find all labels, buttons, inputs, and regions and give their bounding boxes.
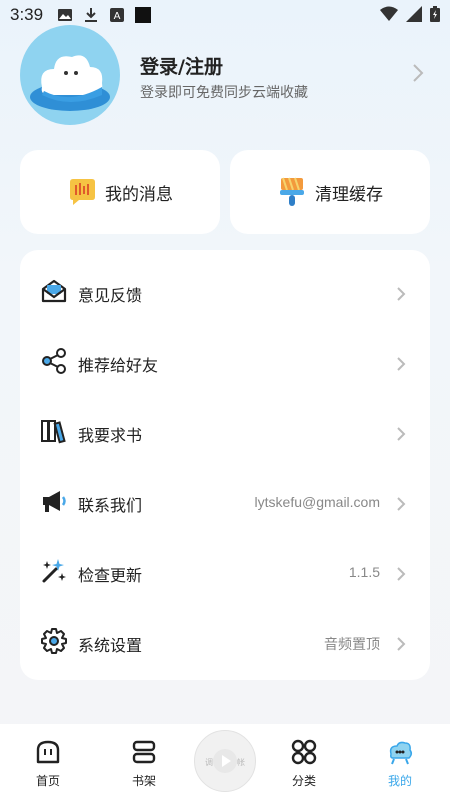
feedback-icon — [41, 279, 67, 303]
chevron-right-icon — [413, 64, 424, 82]
menu-item-feedback[interactable]: 意见反馈 — [20, 255, 430, 325]
nav-profile[interactable]: 我的 — [370, 738, 430, 789]
download-icon — [85, 8, 98, 22]
menu-item-check-update[interactable]: 检查更新 1.1.5 — [20, 535, 430, 605]
avatar[interactable] — [20, 25, 120, 125]
nav-home[interactable]: 首页 — [18, 738, 78, 789]
message-icon — [70, 179, 95, 205]
brush-icon — [280, 177, 304, 206]
login-subtitle: 登录即可免费同步云端收藏 — [140, 85, 308, 101]
nav-category[interactable]: 分类 — [274, 738, 334, 789]
books-icon — [41, 420, 66, 444]
chevron-right-icon — [397, 357, 406, 371]
bookshelf-icon — [132, 740, 156, 764]
wifi-icon — [380, 6, 398, 21]
chevron-right-icon — [397, 427, 406, 441]
chevron-right-icon — [397, 287, 406, 301]
menu-item-label: 系统设置 — [78, 636, 143, 655]
svg-text:A: A — [114, 11, 121, 22]
megaphone-icon — [43, 491, 66, 512]
menu-item-value: 音频置顶 — [324, 636, 380, 652]
image-icon — [58, 9, 73, 21]
center-text-left: 调 — [205, 758, 213, 767]
menu-item-value: lytskefu@gmail.com — [254, 494, 380, 510]
menu-item-label: 推荐给好友 — [78, 356, 159, 375]
signal-icon — [406, 6, 422, 22]
home-icon — [36, 740, 60, 764]
profile-header[interactable]: 登录/注册 登录即可免费同步云端收藏 — [20, 25, 430, 125]
chevron-right-icon — [397, 637, 406, 651]
share-icon — [42, 348, 66, 374]
square-icon — [135, 7, 152, 23]
nav-bookshelf[interactable]: 书架 — [114, 738, 174, 789]
battery-icon — [430, 6, 440, 22]
font-icon: A — [110, 8, 125, 22]
menu-item-recommend[interactable]: 推荐给好友 — [20, 325, 430, 395]
menu-item-request-book[interactable]: 我要求书 — [20, 395, 430, 465]
sparkle-icon — [42, 559, 66, 583]
menu-item-value: 1.1.5 — [348, 564, 380, 580]
nav-profile-label: 我的 — [387, 774, 412, 788]
menu-item-label: 我要求书 — [78, 426, 143, 445]
menu-item-label: 意见反馈 — [78, 286, 143, 305]
menu-item-label: 检查更新 — [78, 566, 143, 585]
menu-item-contact[interactable]: 联系我们 lytskefu@gmail.com — [20, 465, 430, 535]
chevron-right-icon — [397, 497, 406, 511]
status-time: 3:39 — [10, 5, 44, 24]
center-play-button[interactable]: 调 帐 — [194, 730, 256, 792]
cloud-avatar-icon — [30, 55, 110, 111]
menu-item-label: 联系我们 — [78, 496, 143, 515]
clear-cache-button[interactable]: 清理缓存 — [230, 150, 430, 234]
nav-home-label: 首页 — [35, 774, 60, 788]
category-icon — [291, 739, 317, 765]
clear-cache-label: 清理缓存 — [315, 184, 383, 205]
chevron-right-icon — [397, 567, 406, 581]
settings-menu: 意见反馈 推荐给好友 我要求书 联系我们 lytskefu@gmail.com … — [20, 250, 430, 680]
my-messages-label: 我的消息 — [105, 184, 173, 205]
nav-bookshelf-label: 书架 — [131, 774, 156, 788]
menu-item-settings[interactable]: 系统设置 音频置顶 — [20, 605, 430, 675]
nav-category-label: 分类 — [291, 774, 316, 788]
gear-icon — [41, 628, 67, 654]
my-messages-button[interactable]: 我的消息 — [20, 150, 220, 234]
profile-icon — [389, 741, 413, 765]
center-text-right: 帐 — [237, 758, 245, 767]
login-title[interactable]: 登录/注册 — [140, 52, 223, 79]
play-icon — [213, 749, 237, 773]
